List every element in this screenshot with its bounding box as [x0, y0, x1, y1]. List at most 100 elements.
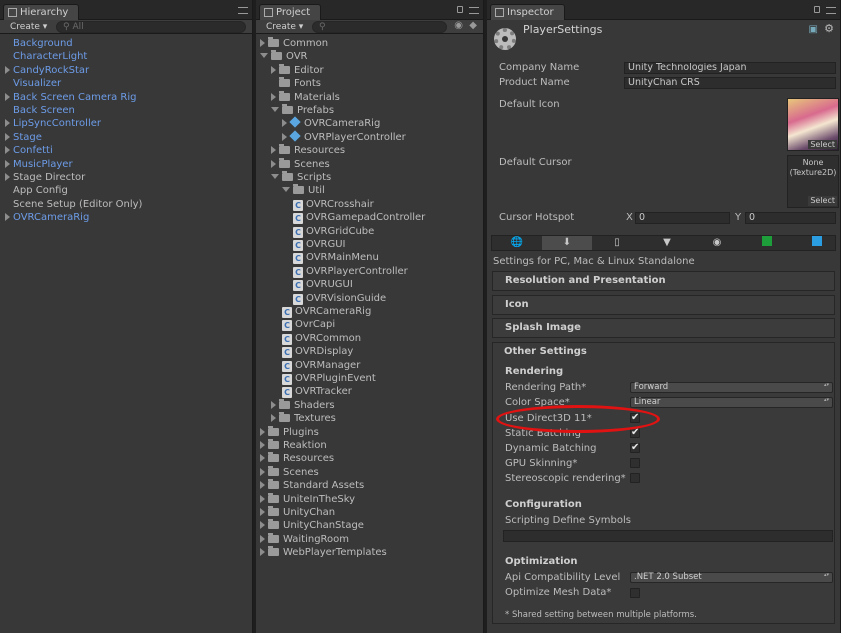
- foldout-arrow-icon[interactable]: [5, 119, 10, 128]
- foldout-arrow-icon[interactable]: [260, 441, 265, 449]
- default-icon-select-button[interactable]: Select: [808, 140, 837, 149]
- project-folder-item[interactable]: Resources: [260, 452, 334, 465]
- gpu-skinning-checkbox[interactable]: [630, 458, 640, 468]
- project-folder-item[interactable]: Textures: [271, 412, 336, 425]
- foldout-arrow-icon[interactable]: [271, 400, 276, 409]
- project-tab[interactable]: Project: [259, 4, 322, 20]
- project-folder-item[interactable]: Materials: [271, 90, 340, 104]
- foldout-arrow-icon[interactable]: [271, 159, 276, 168]
- foldout-arrow-icon[interactable]: [5, 146, 10, 155]
- project-folder-item[interactable]: Scenes: [260, 465, 319, 479]
- project-script-item[interactable]: C OVRCrosshair: [293, 198, 374, 211]
- project-script-item[interactable]: C OVRUGUI: [293, 278, 353, 292]
- project-script-item[interactable]: C OVRGUI: [293, 238, 346, 251]
- hierarchy-item[interactable]: OVRCameraRig: [5, 211, 89, 224]
- project-prefab-item[interactable]: OVRPlayerController: [282, 130, 406, 144]
- hotspot-y-field[interactable]: 0: [745, 212, 836, 224]
- project-script-item[interactable]: C OvrCapi: [282, 318, 335, 332]
- section-other-settings[interactable]: Other Settings: [504, 346, 587, 357]
- platform-tab-android[interactable]: ▼: [642, 236, 692, 250]
- foldout-arrow-icon[interactable]: [260, 508, 265, 516]
- section-resolution[interactable]: Resolution and Presentation: [492, 271, 835, 291]
- foldout-arrow-icon[interactable]: [282, 119, 287, 128]
- stereoscopic-rendering-checkbox[interactable]: [630, 473, 640, 483]
- use-direct3d11-checkbox[interactable]: ✔: [630, 413, 640, 423]
- project-folder-item[interactable]: Resources: [271, 144, 345, 157]
- foldout-arrow-icon[interactable]: [5, 92, 10, 101]
- project-folder-item[interactable]: OVR: [260, 50, 307, 63]
- hierarchy-item[interactable]: Back Screen: [5, 104, 75, 117]
- hierarchy-item[interactable]: Stage Director: [5, 171, 85, 184]
- hierarchy-item[interactable]: Visualizer: [5, 77, 61, 90]
- foldout-arrow-icon[interactable]: [271, 65, 276, 74]
- project-folder-item[interactable]: Standard Assets: [260, 479, 364, 492]
- foldout-arrow-icon[interactable]: [5, 159, 10, 168]
- hierarchy-item[interactable]: App Config: [5, 184, 68, 197]
- project-folder-item[interactable]: UnityChan: [260, 506, 335, 519]
- optimize-mesh-data-checkbox[interactable]: [630, 588, 640, 598]
- lock-icon[interactable]: [814, 6, 820, 13]
- foldout-arrow-icon[interactable]: [260, 467, 265, 476]
- project-folder-item[interactable]: Plugins: [260, 425, 319, 439]
- project-folder-item[interactable]: Shaders: [271, 398, 335, 412]
- api-compatibility-dropdown[interactable]: .NET 2.0 Subset: [630, 572, 833, 583]
- panel-menu-icon[interactable]: [826, 7, 836, 14]
- project-script-item[interactable]: C OVRMainMenu: [293, 251, 379, 265]
- hotspot-x-field[interactable]: 0: [635, 212, 730, 224]
- foldout-arrow-icon[interactable]: [260, 521, 265, 530]
- scripting-define-symbols-field[interactable]: [503, 530, 833, 542]
- dynamic-batching-checkbox[interactable]: ✔: [630, 443, 640, 453]
- static-batching-checkbox[interactable]: ✔: [630, 428, 640, 438]
- project-script-item[interactable]: C OVRTracker: [282, 385, 352, 399]
- project-folder-item[interactable]: Scripts: [271, 171, 331, 184]
- project-folder-item[interactable]: Reaktion: [260, 439, 327, 452]
- project-prefab-item[interactable]: OVRCameraRig: [282, 116, 380, 130]
- project-script-item[interactable]: C OVRVisionGuide: [293, 292, 386, 305]
- foldout-arrow-icon[interactable]: [260, 454, 265, 463]
- company-name-field[interactable]: Unity Technologies Japan: [624, 62, 836, 74]
- foldout-arrow-icon[interactable]: [5, 65, 10, 74]
- project-script-item[interactable]: C OVRPlayerController: [293, 265, 408, 278]
- hierarchy-item[interactable]: LipSyncController: [5, 117, 101, 130]
- foldout-arrow-icon[interactable]: [5, 173, 10, 181]
- project-folder-item[interactable]: UnityChanStage: [260, 519, 364, 532]
- project-script-item[interactable]: C OVRGridCube: [293, 225, 374, 238]
- section-icon[interactable]: Icon: [492, 295, 835, 315]
- foldout-arrow-icon[interactable]: [260, 39, 265, 47]
- hierarchy-search-input[interactable]: ⚲ All: [56, 21, 246, 33]
- project-folder-item[interactable]: Scenes: [271, 157, 330, 171]
- project-script-item[interactable]: C OVRManager: [282, 359, 360, 372]
- foldout-arrow-icon[interactable]: [260, 494, 265, 503]
- filter-label-icon[interactable]: ◆: [469, 20, 477, 31]
- hierarchy-item[interactable]: CharacterLight: [5, 50, 87, 63]
- foldout-arrow-icon[interactable]: [260, 548, 265, 557]
- foldout-arrow-icon[interactable]: [271, 146, 276, 155]
- foldout-arrow-icon[interactable]: [5, 132, 10, 141]
- default-cursor-thumbnail[interactable]: None (Texture2D) Select: [787, 155, 839, 208]
- panel-menu-icon[interactable]: [469, 7, 479, 14]
- project-search-input[interactable]: ⚲: [312, 21, 447, 33]
- platform-tab-windows-phone[interactable]: [792, 236, 840, 250]
- project-script-item[interactable]: C OVRCommon: [282, 332, 361, 345]
- platform-tab-web[interactable]: 🌐: [492, 236, 542, 250]
- hierarchy-create-button[interactable]: Create ▾: [4, 21, 53, 33]
- foldout-arrow-icon[interactable]: [271, 92, 276, 101]
- project-script-item[interactable]: C OVRGamepadController: [293, 211, 425, 225]
- foldout-arrow-icon[interactable]: [271, 414, 276, 423]
- hierarchy-item[interactable]: Background: [5, 37, 73, 50]
- rendering-path-dropdown[interactable]: Forward: [630, 382, 833, 393]
- help-book-icon[interactable]: ▣: [809, 24, 818, 35]
- hierarchy-item[interactable]: CandyRockStar: [5, 64, 89, 77]
- project-script-item[interactable]: C OVRCameraRig: [282, 305, 371, 318]
- hierarchy-tab[interactable]: Hierarchy: [3, 4, 80, 20]
- foldout-arrow-icon[interactable]: [260, 53, 268, 59]
- foldout-arrow-icon[interactable]: [260, 534, 265, 543]
- project-create-button[interactable]: Create ▾: [260, 21, 309, 33]
- foldout-arrow-icon[interactable]: [260, 481, 265, 490]
- platform-tab-standalone[interactable]: ⬇: [542, 236, 592, 250]
- platform-tab-blackberry[interactable]: ◉: [692, 236, 742, 250]
- filter-type-icon[interactable]: ◉: [454, 20, 463, 31]
- default-icon-thumbnail[interactable]: Select: [787, 98, 839, 151]
- foldout-arrow-icon[interactable]: [260, 427, 265, 436]
- project-folder-item[interactable]: Fonts: [271, 77, 321, 90]
